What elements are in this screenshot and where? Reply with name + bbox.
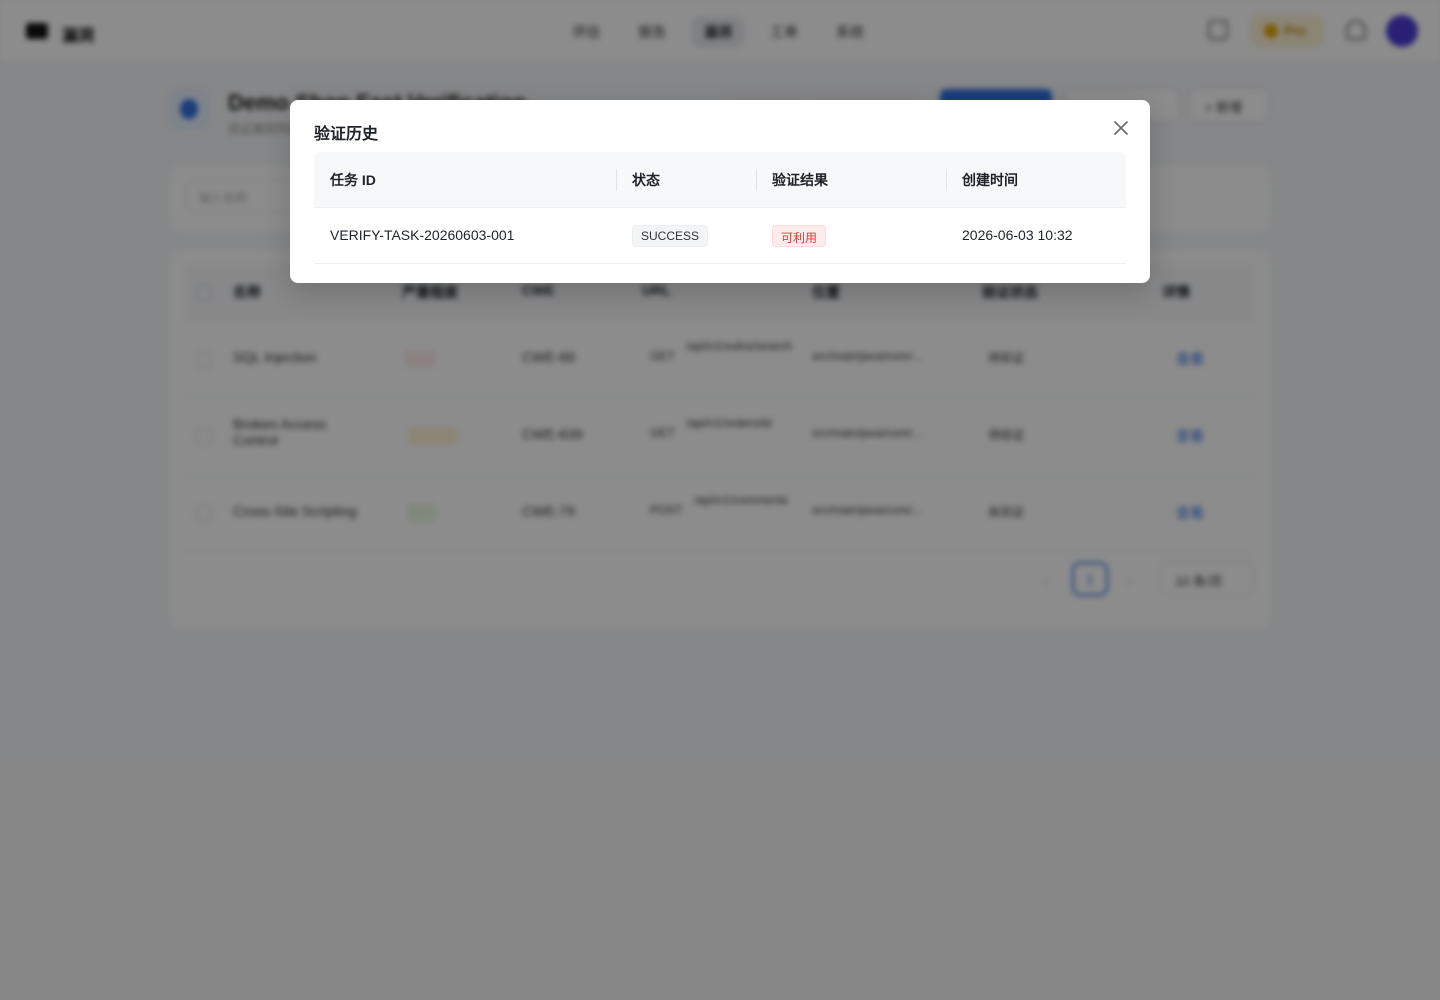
close-icon[interactable] — [1112, 119, 1130, 137]
created-time: 2026-06-03 10:32 — [962, 227, 1073, 243]
modal-title: 验证历史 — [314, 126, 379, 143]
verification-history-modal: 验证历史 任务 ID 状态 验证结果 创建时间 VERIFY-TASK-2026… — [290, 100, 1150, 283]
column-divider — [756, 169, 757, 191]
column-header-result: 验证结果 — [772, 172, 828, 188]
status-badge: SUCCESS — [632, 225, 709, 247]
column-header-task-id: 任务 ID — [330, 172, 376, 188]
table-row: VERIFY-TASK-20260603-001 SUCCESS 可利用 202… — [314, 208, 1126, 264]
column-header-created-time: 创建时间 — [962, 172, 1018, 188]
history-table: 任务 ID 状态 验证结果 创建时间 VERIFY-TASK-20260603-… — [314, 152, 1126, 264]
column-divider — [946, 169, 947, 191]
task-id: VERIFY-TASK-20260603-001 — [330, 227, 515, 243]
column-divider — [616, 169, 617, 191]
result-badge: 可利用 — [772, 225, 827, 247]
history-table-header: 任务 ID 状态 验证结果 创建时间 — [314, 152, 1126, 208]
column-header-status: 状态 — [632, 172, 660, 188]
